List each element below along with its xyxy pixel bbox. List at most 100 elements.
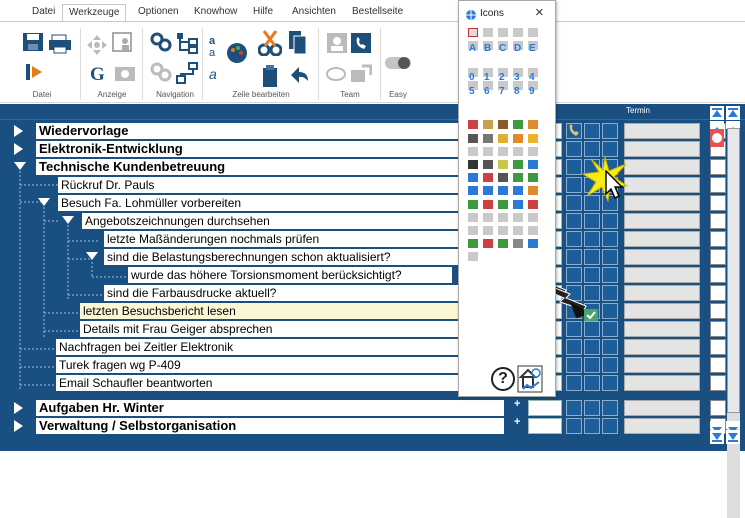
goto-icon[interactable]: G <box>88 62 110 89</box>
row-reminder[interactable] <box>710 159 726 175</box>
row-reminder[interactable] <box>710 285 726 301</box>
termin-cell[interactable] <box>624 195 700 211</box>
collapse-icon[interactable] <box>38 198 50 206</box>
palette-icon[interactable] <box>498 212 508 222</box>
palette-icon[interactable] <box>468 133 478 143</box>
row-aufgaben-winter[interactable]: Aufgaben Hr. Winter <box>36 400 504 416</box>
home-clock-icon[interactable] <box>517 365 543 398</box>
palette-icon[interactable] <box>528 226 538 235</box>
row-flag[interactable] <box>566 195 582 211</box>
chat-icon[interactable] <box>326 66 348 89</box>
row-flag[interactable] <box>584 141 600 157</box>
palette-icon[interactable] <box>513 173 523 183</box>
palette-icon[interactable] <box>513 120 523 130</box>
row-flag[interactable] <box>566 357 582 373</box>
collapse-icon[interactable] <box>14 162 26 170</box>
termin-cell[interactable] <box>624 303 700 319</box>
tab-bestellseite[interactable]: Bestellseite <box>346 4 409 22</box>
expand-icon[interactable] <box>14 125 23 137</box>
tab-ansichten[interactable]: Ansichten <box>286 4 342 22</box>
row-reminder[interactable] <box>710 400 726 416</box>
termin-cell[interactable] <box>624 231 700 247</box>
row-flag[interactable] <box>566 141 582 157</box>
row-reminder[interactable] <box>710 177 726 193</box>
italic-icon[interactable]: a <box>208 66 224 87</box>
tab-optionen[interactable]: Optionen <box>132 4 185 22</box>
expand-icon[interactable] <box>14 143 23 155</box>
palette-icon[interactable] <box>513 199 523 209</box>
termin-cell[interactable] <box>624 267 700 283</box>
palette-icon[interactable] <box>513 212 523 222</box>
palette-icon[interactable] <box>528 239 538 249</box>
row-reminder[interactable] <box>710 231 726 247</box>
row-flag[interactable] <box>602 375 618 391</box>
palette-icon[interactable] <box>498 146 508 156</box>
move-icon[interactable] <box>86 34 108 61</box>
row-flag[interactable] <box>602 418 618 434</box>
row-flag[interactable] <box>566 213 582 229</box>
palette-icon[interactable] <box>483 160 493 169</box>
user-screen-icon[interactable] <box>112 32 134 59</box>
row-flag[interactable] <box>566 375 582 391</box>
palette-icon[interactable] <box>483 146 493 156</box>
digit-icon[interactable]: 8 <box>514 86 520 97</box>
save-icon[interactable] <box>22 32 44 57</box>
palette-icon[interactable] <box>498 28 508 37</box>
row-reminder[interactable] <box>710 339 726 355</box>
digit-icon[interactable]: 5 <box>469 86 475 97</box>
scroll-track[interactable] <box>727 128 740 413</box>
palette-icon[interactable] <box>498 239 508 249</box>
row-verwaltung[interactable]: Verwaltung / Selbstorganisation <box>36 418 504 434</box>
row-reminder[interactable] <box>710 321 726 337</box>
palette-icon[interactable] <box>513 146 523 156</box>
termin-cell[interactable] <box>624 357 700 373</box>
expand-icon[interactable] <box>14 402 23 414</box>
scroll-bottom-button[interactable] <box>726 430 740 444</box>
row-flag[interactable] <box>602 400 618 416</box>
palette-icon[interactable] <box>528 133 538 143</box>
palette-icon[interactable] <box>498 173 508 183</box>
row-flag[interactable] <box>566 418 582 434</box>
palette-icon[interactable] <box>498 120 508 130</box>
scroll-down-button[interactable] <box>726 421 740 433</box>
letter-icon[interactable]: C <box>499 43 506 54</box>
add-plus[interactable]: + <box>514 416 520 428</box>
tree-icon[interactable] <box>176 32 198 59</box>
palette-icon[interactable] <box>498 199 508 209</box>
termin-cell[interactable] <box>624 177 700 193</box>
palette-icon[interactable] <box>468 212 478 222</box>
row-flag[interactable] <box>584 357 600 373</box>
palette-icon[interactable] <box>468 120 478 130</box>
letter-icon[interactable]: B <box>484 43 491 54</box>
row-flag[interactable] <box>584 213 600 229</box>
row-flag[interactable] <box>566 339 582 355</box>
palette-icon[interactable] <box>528 186 538 196</box>
palette-icon[interactable] <box>468 173 478 183</box>
link-icon[interactable] <box>150 32 172 57</box>
palette-icon[interactable] <box>468 28 478 37</box>
termin-cell[interactable] <box>624 159 700 175</box>
digit-icon[interactable]: 4 <box>529 72 535 83</box>
palette-icon[interactable] <box>468 160 478 169</box>
scroll-top-button[interactable] <box>726 106 740 120</box>
palette-icon[interactable] <box>513 160 523 169</box>
scroll-up-button[interactable] <box>710 121 724 133</box>
palette-icon[interactable] <box>513 28 523 37</box>
palette-icon[interactable] <box>528 173 538 183</box>
palette-icon[interactable] <box>468 226 478 235</box>
palette-icon[interactable] <box>498 186 508 196</box>
contact-card-icon[interactable] <box>326 32 348 59</box>
scroll-top-button[interactable] <box>710 106 724 120</box>
termin-cell[interactable] <box>624 418 700 434</box>
palette-icon[interactable] <box>483 239 493 249</box>
row-flag[interactable] <box>584 375 600 391</box>
row-flag[interactable] <box>584 339 600 355</box>
camera-icon[interactable] <box>114 64 136 87</box>
row-cell[interactable] <box>528 400 562 416</box>
palette-icon[interactable] <box>226 42 248 69</box>
termin-cell[interactable] <box>624 285 700 301</box>
row-cell[interactable] <box>528 418 562 434</box>
subtree-icon[interactable] <box>176 62 198 89</box>
letter-icon[interactable]: D <box>514 43 521 54</box>
termin-cell[interactable] <box>624 141 700 157</box>
